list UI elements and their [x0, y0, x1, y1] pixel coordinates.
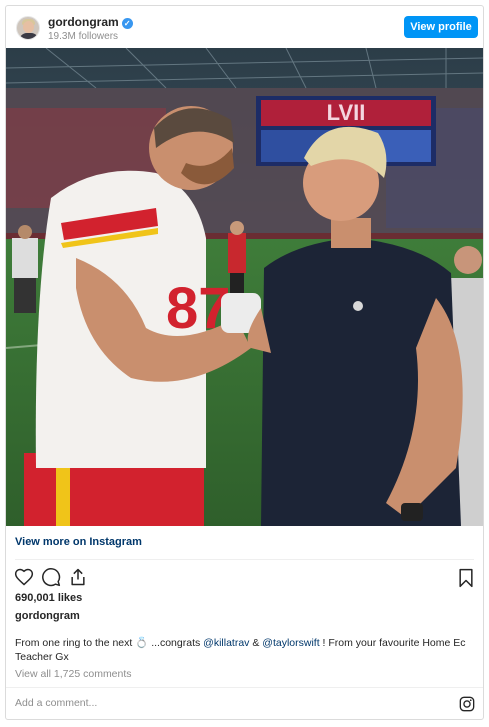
add-comment-input[interactable]: Add a comment... — [15, 697, 97, 709]
instagram-icon[interactable] — [459, 696, 475, 712]
avatar[interactable] — [16, 16, 40, 40]
instagram-embed-card: gordongram ✓ 19.3M followers View profile — [5, 5, 484, 720]
like-count[interactable]: 690,001 likes — [15, 592, 82, 604]
avatar-face — [23, 21, 34, 33]
share-icon[interactable] — [68, 567, 88, 587]
post-header: gordongram ✓ 19.3M followers View profile — [6, 6, 483, 48]
divider — [15, 559, 474, 560]
bookmark-icon[interactable] — [457, 568, 475, 588]
caption-text-2: & — [249, 637, 263, 649]
username-text[interactable]: gordongram — [48, 15, 119, 29]
caption-username[interactable]: gordongram — [15, 610, 80, 622]
divider — [6, 687, 483, 688]
view-comments-link[interactable]: View all 1,725 comments — [15, 668, 132, 680]
scoreboard-lvii: LVII — [327, 100, 366, 125]
follower-count: 19.3M followers — [48, 31, 119, 42]
view-more-link[interactable]: View more on Instagram — [15, 536, 142, 548]
mention-taylorswift[interactable]: @taylorswift — [262, 637, 319, 649]
caption-text-1: From one ring to the next 💍 ...congrats — [15, 637, 204, 649]
view-profile-button[interactable]: View profile — [404, 16, 478, 38]
post-photo-illustration: LVII 87 — [6, 48, 483, 526]
avatar-shirt — [19, 33, 39, 39]
verified-badge-icon: ✓ — [121, 18, 133, 29]
post-caption: From one ring to the next 💍 ...congrats … — [15, 636, 467, 664]
mention-killatrav[interactable]: @killatrav — [203, 637, 249, 649]
heart-icon[interactable] — [14, 567, 34, 587]
post-image[interactable]: LVII 87 — [6, 48, 483, 526]
comment-icon[interactable] — [41, 567, 61, 587]
username-link[interactable]: gordongram ✓ — [48, 15, 133, 29]
